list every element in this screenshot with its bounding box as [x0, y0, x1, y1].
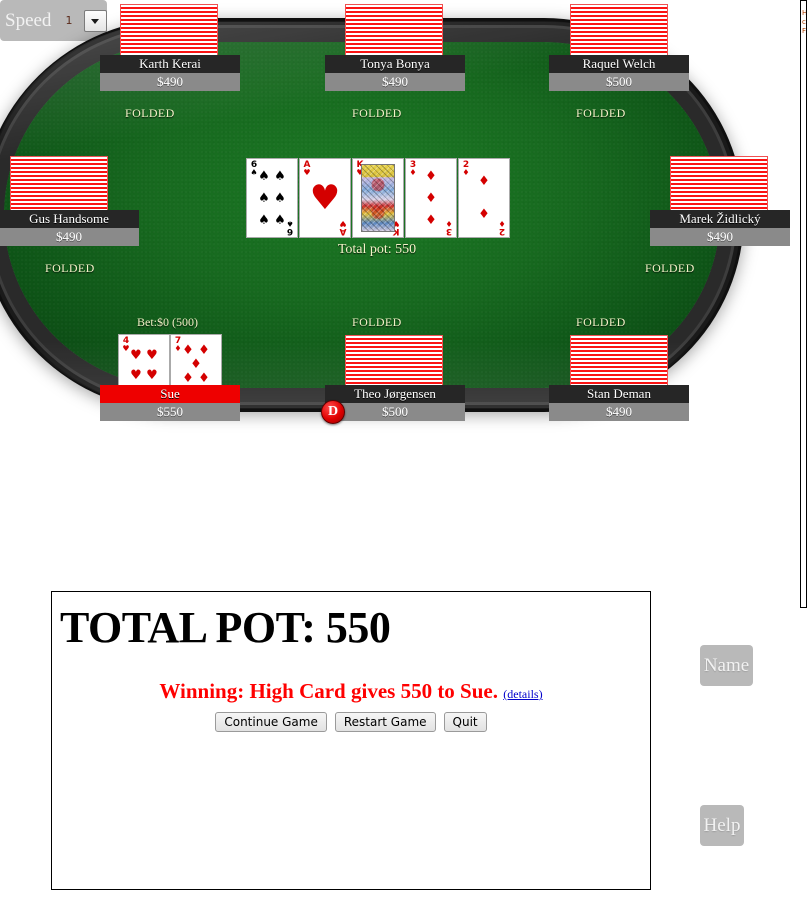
name-button[interactable]: Name [700, 645, 753, 686]
player-name: Tonya Bonya [325, 55, 465, 73]
player-chips: $490 [100, 73, 240, 91]
player-gus-handsome[interactable]: Gus Handsome $490 [0, 210, 139, 246]
result-buttons: Continue Game Restart Game Quit [52, 712, 650, 732]
player-status-gus-handsome: FOLDED [45, 261, 95, 276]
player-plate: Tonya Bonya $490 [325, 55, 465, 91]
card-back-gus-handsome [10, 156, 108, 218]
player-theo-jorgensen[interactable]: Theo Jørgensen $500 [325, 385, 465, 421]
player-stan-deman[interactable]: Stan Deman $490 [549, 385, 689, 421]
hero-card-2-pips: ♦♦ ♦ ♦♦ [180, 343, 212, 386]
community-card-3: K ♥ K ♥ [352, 158, 404, 238]
chevron-down-icon[interactable] [84, 10, 107, 32]
player-plate: Stan Deman $490 [549, 385, 689, 421]
player-sue[interactable]: Sue $550 [100, 385, 240, 421]
continue-game-button[interactable]: Continue Game [215, 712, 327, 732]
community-cards: 6 ♠ 6 ♠ ♠♠ ♠♠ ♠♠ A ♥ A ♥ ♥ [246, 158, 510, 238]
quit-button[interactable]: Quit [444, 712, 487, 732]
player-status-karth-kerai: FOLDED [125, 106, 175, 121]
winning-text: Winning: High Card gives 550 to Sue. [159, 679, 498, 703]
player-status-stan-deman: FOLDED [576, 315, 626, 330]
player-chips: $490 [0, 228, 139, 246]
community-card-4: 3 ♦ 3 ♦ ♦ ♦ ♦ [405, 158, 457, 238]
right-panel-line-2: cl [802, 18, 806, 27]
restart-game-button[interactable]: Restart Game [335, 712, 436, 732]
player-chips: $500 [325, 403, 465, 421]
winning-message: Winning: High Card gives 550 to Sue. (de… [52, 679, 650, 704]
right-panel-line-1: H [802, 9, 806, 18]
clipped-right-panel: H cl F [800, 0, 807, 608]
total-pot-heading: TOTAL POT: 550 [60, 602, 650, 653]
community-card-2: A ♥ A ♥ ♥ [299, 158, 351, 238]
player-status-tonya-bonya: FOLDED [352, 106, 402, 121]
player-plate: Karth Kerai $490 [100, 55, 240, 91]
player-raquel-welch[interactable]: Raquel Welch $500 [549, 55, 689, 91]
player-status-marek-zidlicky: FOLDED [645, 261, 695, 276]
community-card-4-pips: ♦ ♦ ♦ [415, 165, 447, 231]
player-plate: Gus Handsome $490 [0, 210, 139, 246]
details-link[interactable]: (details) [503, 687, 542, 701]
player-status-raquel-welch: FOLDED [576, 106, 626, 121]
right-panel-line-3: F [802, 27, 806, 36]
poker-table-area: 4 ♥ ♥♥ ♥♥ 7 ♦ ♦♦ ♦ ♦♦ 6 ♠ [0, 0, 790, 440]
hero-card-1: 4 ♥ ♥♥ ♥♥ [118, 334, 170, 390]
player-bet-sue: Bet:$0 (500) [137, 315, 198, 330]
player-name: Stan Deman [549, 385, 689, 403]
player-marek-zidlicky[interactable]: Marek Židlický $490 [650, 210, 790, 246]
help-button[interactable]: Help [700, 805, 744, 846]
community-card-3-face-art [361, 164, 395, 232]
player-plate: Raquel Welch $500 [549, 55, 689, 91]
player-chips: $490 [325, 73, 465, 91]
community-card-5-pips: ♦ ♦ [468, 165, 500, 231]
player-name: Theo Jørgensen [325, 385, 465, 403]
player-plate: Sue $550 [100, 385, 240, 421]
player-plate: Marek Židlický $490 [650, 210, 790, 246]
player-name: Marek Židlický [650, 210, 790, 228]
player-chips: $500 [549, 73, 689, 91]
player-plate: Theo Jørgensen $500 [325, 385, 465, 421]
hero-card-1-pips: ♥♥ ♥♥ [128, 345, 160, 385]
community-card-1-pips: ♠♠ ♠♠ ♠♠ [256, 165, 288, 231]
player-name: Gus Handsome [0, 210, 139, 228]
community-card-1: 6 ♠ 6 ♠ ♠♠ ♠♠ ♠♠ [246, 158, 298, 238]
player-name: Sue [100, 385, 240, 403]
player-tonya-bonya[interactable]: Tonya Bonya $490 [325, 55, 465, 91]
results-panel: TOTAL POT: 550 Winning: High Card gives … [51, 591, 651, 890]
dealer-button: D [321, 400, 345, 424]
player-status-theo-jorgensen: FOLDED [352, 315, 402, 330]
player-chips: $490 [549, 403, 689, 421]
hero-hand: 4 ♥ ♥♥ ♥♥ 7 ♦ ♦♦ ♦ ♦♦ [118, 334, 222, 390]
community-card-2-pips: ♥ [309, 165, 341, 231]
player-chips: $490 [650, 228, 790, 246]
community-card-5: 2 ♦ 2 ♦ ♦ ♦ [458, 158, 510, 238]
player-name: Raquel Welch [549, 55, 689, 73]
card-back-marek-zidlicky [670, 156, 768, 218]
total-pot-label: Total pot: 550 [246, 242, 508, 258]
player-chips: $550 [100, 403, 240, 421]
player-name: Karth Kerai [100, 55, 240, 73]
hero-card-2: 7 ♦ ♦♦ ♦ ♦♦ [170, 334, 222, 390]
player-karth-kerai[interactable]: Karth Kerai $490 [100, 55, 240, 91]
